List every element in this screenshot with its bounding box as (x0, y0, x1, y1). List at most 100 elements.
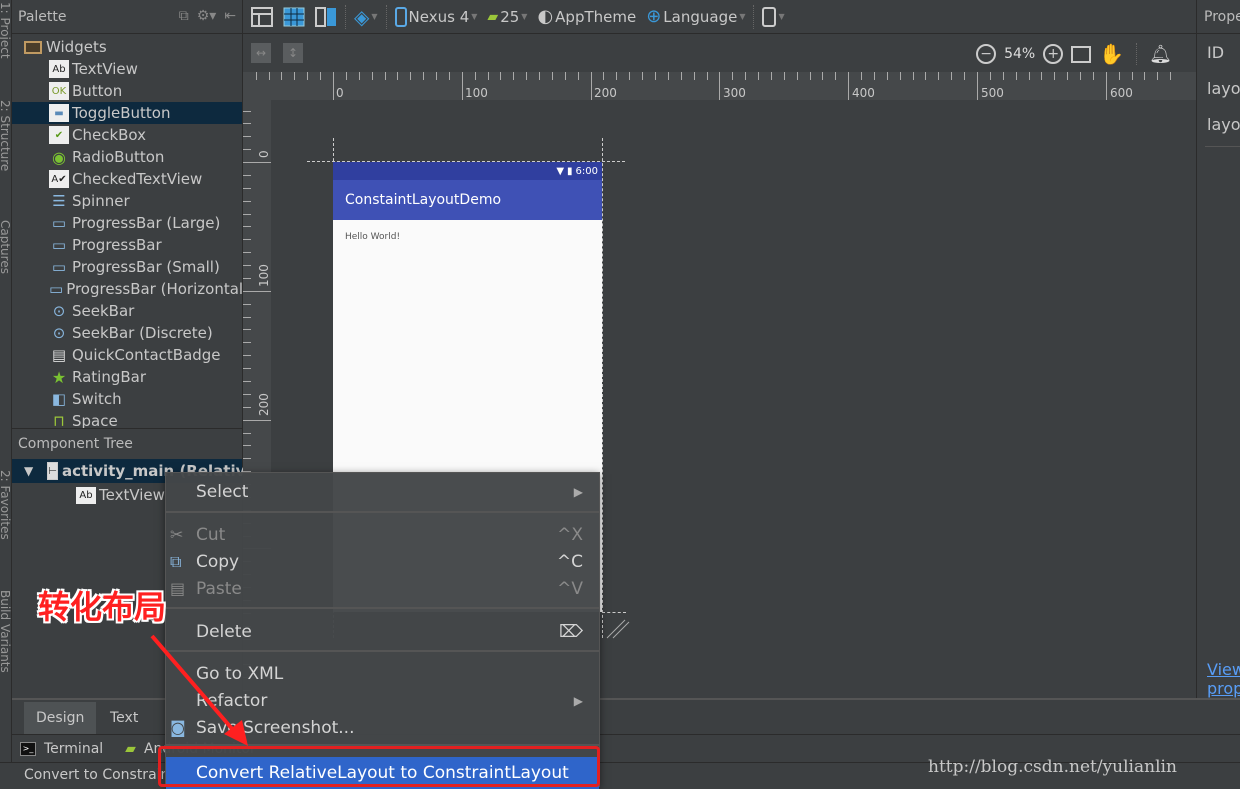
pan-hand-icon[interactable]: ✋ (1099, 42, 1124, 66)
separator (1136, 43, 1138, 65)
ruler-tick (243, 393, 251, 395)
palette-item[interactable]: ▭ ProgressBar (Small) (12, 256, 242, 278)
palette-item[interactable]: ✔ CheckBox (12, 124, 242, 146)
component-tree-title: Component Tree (18, 436, 133, 452)
phone-icon (394, 6, 407, 27)
palette-item[interactable]: ▬ ToggleButton (12, 102, 242, 124)
favorites-tab[interactable]: 2: Favorites (0, 470, 12, 540)
palette-item[interactable]: ▤ QuickContactBadge (12, 344, 242, 366)
annotation-highlight-box (158, 746, 600, 787)
palette-item-label: Switch (72, 390, 122, 408)
split-view-icon (315, 6, 336, 27)
zoom-level: 54% (1004, 46, 1036, 62)
collapse-icon[interactable]: ⧉ (179, 8, 189, 24)
palette-item[interactable]: ▭ ProgressBar (12, 234, 242, 256)
design-toolbar: ◈ ▼ Nexus 4 ▼ ▰ 25 ▼ ◐ AppTheme ⊕ Language ▼ ▼ (243, 0, 1196, 34)
ruler-tick (1041, 72, 1043, 80)
palette-item[interactable]: Ab TextView (12, 58, 242, 80)
notification-bell-icon[interactable]: 🔔︎ (1149, 44, 1172, 65)
ruler-tick (1054, 72, 1056, 80)
palette-item[interactable]: ◉ RadioButton (12, 146, 242, 168)
palette-item-label: ProgressBar (Small) (72, 258, 220, 276)
properties-panel: Properties ID layout_width layout_height… (1196, 0, 1240, 698)
expand-horizontal-button[interactable]: ↔ (251, 43, 271, 63)
orientation-button[interactable]: ◈ ▼ (352, 4, 380, 30)
language-label: Language (663, 7, 738, 26)
view-all-properties-link[interactable]: View all properties (1207, 660, 1240, 698)
property-layout-width[interactable]: layout_width (1197, 70, 1240, 106)
ruler-label: 200 (257, 393, 271, 416)
ruler-tick (243, 277, 251, 279)
ruler-tick (243, 355, 251, 357)
api-selector[interactable]: ▰ 25 ▼ (485, 4, 529, 30)
fit-screen-icon[interactable] (1071, 45, 1092, 63)
menu-separator (166, 607, 599, 609)
theme-selector[interactable]: ◐ AppTheme (535, 4, 638, 30)
ruler-tick (1157, 72, 1159, 80)
project-tab[interactable]: 1: Project (0, 2, 12, 59)
structure-tab[interactable]: 2: Structure (0, 100, 12, 171)
globe-icon: ⊕ (646, 6, 662, 27)
hide-panel-icon[interactable]: ⇤ (224, 8, 236, 24)
ruler-tick (243, 458, 251, 460)
hello-textview[interactable]: Hello World! (333, 220, 602, 242)
palette-item[interactable]: OK Button (12, 80, 242, 102)
resize-handle-icon[interactable] (605, 618, 631, 640)
palette-title: Palette (18, 8, 67, 25)
design-view-button[interactable] (249, 4, 275, 30)
ruler-tick (243, 187, 251, 189)
palette-item[interactable]: ☰ Spinner (12, 190, 242, 212)
palette-group-widgets[interactable]: Widgets (12, 36, 242, 58)
app-title: ConstaintLayoutDemo (345, 192, 502, 208)
annotation-arrow-icon (150, 634, 248, 746)
palette-item[interactable]: ▭ ProgressBar (Large) (12, 212, 242, 234)
palette-item[interactable]: ⊙ SeekBar (Discrete) (12, 322, 242, 344)
palette-item[interactable]: ▭ ProgressBar (Horizontal) (12, 278, 242, 300)
ruler-tick (551, 72, 553, 80)
ruler-tick (345, 72, 347, 80)
palette-item[interactable]: A✔ CheckedTextView (12, 168, 242, 190)
palette-item[interactable]: ◧ Switch (12, 388, 242, 410)
language-selector[interactable]: ⊕ Language ▼ (644, 4, 747, 30)
ruler-tick (873, 72, 875, 80)
menu-item[interactable]: ⧉ Copy ^C (166, 548, 599, 575)
zoom-out-icon[interactable]: − (976, 44, 997, 64)
ruler-tick (243, 226, 251, 228)
ruler-tick (243, 445, 251, 447)
ruler-tick (281, 72, 283, 80)
property-id[interactable]: ID (1197, 34, 1240, 70)
blueprint-view-button[interactable] (281, 4, 307, 30)
design-view-icon (251, 6, 273, 27)
palette-item[interactable]: ★ RatingBar (12, 366, 242, 388)
gear-icon[interactable]: ⚙▾ (197, 8, 217, 24)
device-frame-button[interactable]: ▼ (760, 4, 786, 30)
captures-tab[interactable]: Captures (0, 220, 12, 274)
both-view-button[interactable] (313, 4, 339, 30)
property-layout-height[interactable]: layout_height (1197, 106, 1240, 142)
device-frame-icon (762, 6, 777, 27)
separator (385, 4, 387, 29)
palette-item[interactable]: ⊙ SeekBar (12, 300, 242, 322)
ruler-tick (667, 72, 669, 80)
api-label: 25 (500, 7, 520, 26)
textview-icon: Ab (49, 60, 69, 78)
build-variants-tab[interactable]: Build Variants (0, 590, 12, 673)
horizontal-ruler: 0 100 200 300 400 500 600 (243, 72, 1196, 100)
progressbar-icon: ▭ (49, 280, 64, 298)
menu-item-shortcut: ^C (556, 551, 583, 572)
menu-item[interactable]: Select ▶ (166, 478, 599, 505)
ruler-tick (938, 72, 940, 80)
zoom-in-icon[interactable]: + (1043, 44, 1064, 64)
ruler-tick (732, 72, 734, 80)
ruler-tick (243, 162, 271, 164)
ruler-tick (243, 316, 251, 318)
terminal-tab[interactable]: Terminal (44, 741, 103, 757)
ruler-label: 0 (257, 150, 271, 158)
menu-item-label: Select (196, 481, 249, 502)
device-selector[interactable]: Nexus 4 ▼ (393, 4, 480, 30)
ruler-tick (848, 72, 850, 100)
expand-vertical-button[interactable]: ↕ (283, 43, 303, 63)
zoom-controls: − 54% + ✋ 🔔︎ (976, 42, 1172, 66)
tab-design[interactable]: Design (24, 702, 97, 734)
expand-arrow-icon[interactable]: ▼ (24, 464, 33, 478)
